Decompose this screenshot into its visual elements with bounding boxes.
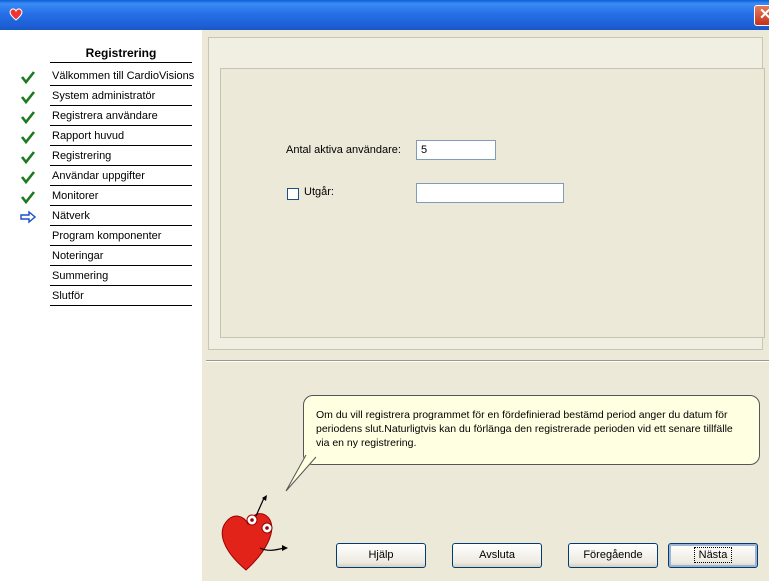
- step-item: Välkommen till CardioVisions: [0, 67, 202, 87]
- active-users-label: Antal aktiva användare:: [286, 144, 401, 156]
- step-divider: [50, 125, 192, 126]
- checkmark-icon: [20, 131, 36, 145]
- expires-label: Utgår:: [304, 186, 334, 198]
- wizard-sidebar: Registrering Välkommen till CardioVision…: [0, 30, 202, 581]
- divider: [206, 360, 769, 362]
- step-divider: [50, 305, 192, 306]
- step-label: Nätverk: [52, 210, 90, 222]
- step-item: Registrering: [0, 147, 202, 167]
- checkmark-icon: [20, 91, 36, 105]
- step-item: Användar uppgifter: [0, 167, 202, 187]
- expires-date-input[interactable]: [416, 183, 564, 203]
- cancel-button-label: Avsluta: [479, 549, 515, 561]
- step-label: Monitorer: [52, 190, 99, 202]
- step-divider: [50, 225, 192, 226]
- heart-mascot-icon: [221, 495, 288, 571]
- sidebar-title: Registrering: [85, 46, 157, 60]
- step-label: Program komponenter: [52, 230, 162, 242]
- arrow-right-icon: [20, 210, 36, 224]
- back-button-label: Föregående: [583, 549, 643, 561]
- close-icon: ✕: [759, 6, 769, 23]
- step-item: System administratör: [0, 87, 202, 107]
- active-users-input[interactable]: [416, 140, 496, 160]
- step-item: Rapport huvud: [0, 127, 202, 147]
- checkmark-icon: [20, 191, 36, 205]
- step-item: Noteringar: [0, 247, 202, 267]
- step-item-current: Nätverk: [0, 207, 202, 227]
- checkmark-icon: [20, 111, 36, 125]
- step-item: Registrera användare: [0, 107, 202, 127]
- step-divider: [50, 185, 192, 186]
- step-divider: [50, 285, 192, 286]
- step-label: Välkommen till CardioVisions: [52, 70, 195, 82]
- app-heart-icon: [9, 8, 23, 21]
- step-divider: [50, 85, 192, 86]
- back-button[interactable]: Föregående: [568, 543, 658, 568]
- expires-checkbox[interactable]: [287, 188, 299, 200]
- step-divider: [50, 145, 192, 146]
- next-button[interactable]: Nästa: [668, 543, 758, 568]
- step-item: Monitorer: [0, 187, 202, 207]
- step-item: Summering: [0, 267, 202, 287]
- help-bubble: Om du vill registrera programmet för en …: [303, 395, 760, 465]
- divider: [50, 62, 192, 63]
- step-divider: [50, 245, 192, 246]
- help-button[interactable]: Hjälp: [336, 543, 426, 568]
- step-divider: [50, 205, 192, 206]
- step-label: Summering: [52, 270, 109, 282]
- step-label: Slutför: [52, 290, 84, 302]
- step-item: Slutför: [0, 287, 202, 307]
- title-bar: ✕: [0, 0, 769, 30]
- step-item: Program komponenter: [0, 227, 202, 247]
- checkmark-icon: [20, 171, 36, 185]
- bubble-tail: [285, 455, 317, 492]
- checkmark-icon: [20, 71, 36, 85]
- close-button[interactable]: ✕: [754, 5, 769, 26]
- step-label: Registrering: [52, 150, 112, 162]
- checkmark-icon: [20, 151, 36, 165]
- step-label: Registrera användare: [52, 110, 158, 122]
- form-group: [220, 68, 765, 338]
- step-divider: [50, 265, 192, 266]
- step-label: Rapport huvud: [52, 130, 125, 142]
- step-label: System administratör: [52, 90, 156, 102]
- help-button-label: Hjälp: [368, 549, 394, 561]
- help-text: Om du vill registrera programmet för en …: [316, 409, 733, 449]
- step-label: Noteringar: [52, 250, 104, 262]
- cancel-button[interactable]: Avsluta: [452, 543, 542, 568]
- step-label: Användar uppgifter: [52, 170, 145, 182]
- next-button-label: Nästa: [693, 547, 733, 563]
- step-divider: [50, 165, 192, 166]
- step-divider: [50, 105, 192, 106]
